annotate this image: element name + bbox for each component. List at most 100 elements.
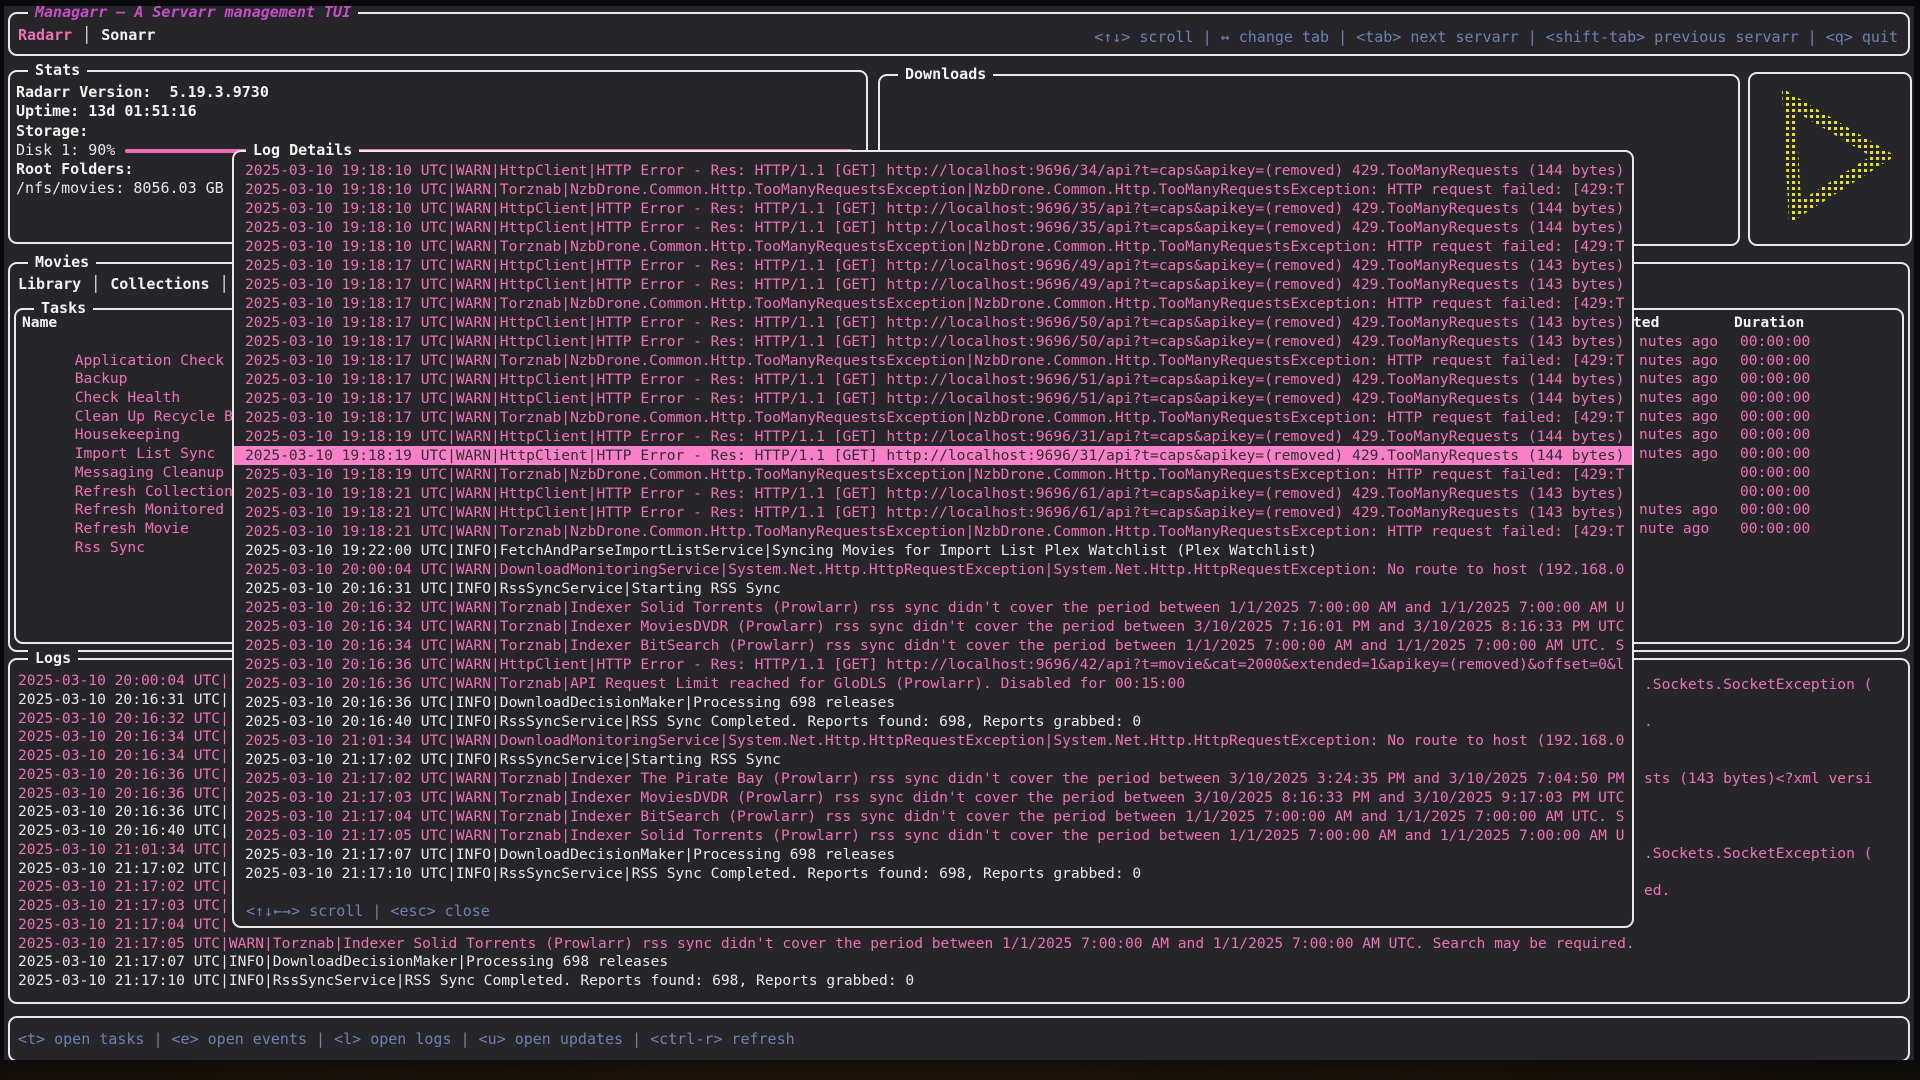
log-fragment: .Sockets.SocketException ( xyxy=(1644,845,1872,864)
log-detail-line[interactable]: 2025-03-10 19:18:17 UTC|WARN|Torznab|Nzb… xyxy=(234,408,1632,427)
log-detail-line[interactable]: 2025-03-10 21:17:04 UTC|WARN|Torznab|Ind… xyxy=(234,807,1632,826)
movies-title: Movies xyxy=(28,252,96,273)
log-fragment: .Sockets.SocketException ( xyxy=(1644,676,1872,695)
log-detail-line[interactable]: 2025-03-10 19:18:10 UTC|WARN|Torznab|Nzb… xyxy=(234,180,1632,199)
desktop-wallpaper-strip xyxy=(0,1060,1920,1080)
radarr-version: Radarr Version: 5.19.3.9730 xyxy=(16,83,860,102)
log-detail-line[interactable]: 2025-03-10 19:18:17 UTC|WARN|HttpClient|… xyxy=(234,332,1632,351)
log-entry[interactable]: 2025-03-10 21:17:10 UTC|INFO|RssSyncServ… xyxy=(18,972,1902,991)
window-margin-top xyxy=(0,0,1920,6)
window-margin-right xyxy=(1914,0,1920,1062)
task-duration: 00:00:00 xyxy=(1740,333,1810,352)
task-duration: 00:00:00 xyxy=(1740,501,1810,520)
log-detail-line[interactable]: 2025-03-10 19:18:10 UTC|WARN|HttpClient|… xyxy=(234,199,1632,218)
task-duration: 00:00:00 xyxy=(1740,464,1810,483)
task-last-executed: nutes ago xyxy=(1639,333,1718,352)
log-detail-line[interactable]: 2025-03-10 21:17:05 UTC|WARN|Torznab|Ind… xyxy=(234,826,1632,845)
disk-usage-label: Disk 1: 90% xyxy=(16,141,115,160)
task-last-executed: nutes ago xyxy=(1639,352,1718,371)
log-detail-line[interactable]: 2025-03-10 21:01:34 UTC|WARN|DownloadMon… xyxy=(234,731,1632,750)
log-fragment: . xyxy=(1644,713,1653,732)
task-last-executed: nutes ago xyxy=(1639,408,1718,427)
log-detail-line[interactable]: 2025-03-10 21:17:02 UTC|WARN|Torznab|Ind… xyxy=(234,769,1632,788)
log-detail-line[interactable]: 2025-03-10 19:18:17 UTC|WARN|HttpClient|… xyxy=(234,370,1632,389)
log-detail-line[interactable]: 2025-03-10 20:16:40 UTC|INFO|RssSyncServ… xyxy=(234,712,1632,731)
log-detail-line[interactable]: 2025-03-10 21:17:07 UTC|INFO|DownloadDec… xyxy=(234,845,1632,864)
task-duration: 00:00:00 xyxy=(1740,408,1810,427)
log-detail-line[interactable]: 2025-03-10 21:17:02 UTC|INFO|RssSyncServ… xyxy=(234,750,1632,769)
log-details-list[interactable]: 2025-03-10 19:18:10 UTC|WARN|HttpClient|… xyxy=(234,161,1632,883)
column-header-duration: Duration xyxy=(1734,314,1804,331)
task-last-executed: nute ago xyxy=(1639,520,1709,539)
log-detail-line[interactable]: 2025-03-10 19:18:19 UTC|WARN|HttpClient|… xyxy=(234,427,1632,446)
log-fragment: ed. xyxy=(1644,882,1670,901)
tab-collections[interactable]: Collections xyxy=(110,275,209,293)
bottombar-panel: <t> open tasks | <e> open events | <l> o… xyxy=(8,1016,1910,1062)
log-detail-line[interactable]: 2025-03-10 19:18:17 UTC|WARN|Torznab|Nzb… xyxy=(234,294,1632,313)
task-duration: 00:00:00 xyxy=(1740,445,1810,464)
task-last-executed: nutes ago xyxy=(1639,426,1718,445)
log-detail-line[interactable]: 2025-03-10 21:17:10 UTC|INFO|RssSyncServ… xyxy=(234,864,1632,883)
tab-separator: │ xyxy=(82,26,91,44)
task-last-executed: nutes ago xyxy=(1639,370,1718,389)
topbar-panel: Managarr – A Servarr management TUI Rada… xyxy=(8,12,1910,56)
log-detail-line[interactable]: 2025-03-10 19:18:19 UTC|WARN|Torznab|Nzb… xyxy=(234,465,1632,484)
task-duration: 00:00:00 xyxy=(1740,426,1810,445)
tab-separator: │ xyxy=(220,275,229,293)
movies-tabs: Library │ Collections │ xyxy=(18,275,229,293)
task-duration: 00:00:00 xyxy=(1740,352,1810,371)
topbar-keybind-hints: <↑↓> scroll | ↔ change tab | <tab> next … xyxy=(1094,28,1898,46)
logo-panel xyxy=(1748,72,1912,246)
tab-radarr[interactable]: Radarr xyxy=(18,26,72,44)
logs-title: Logs xyxy=(28,648,78,669)
stats-title: Stats xyxy=(28,60,87,81)
task-last-executed: nutes ago xyxy=(1639,445,1718,464)
log-entry[interactable]: 2025-03-10 21:17:07 UTC|INFO|DownloadDec… xyxy=(18,953,1902,972)
log-detail-line[interactable]: 2025-03-10 19:18:10 UTC|WARN|HttpClient|… xyxy=(234,218,1632,237)
log-detail-line[interactable]: 2025-03-10 19:18:10 UTC|WARN|HttpClient|… xyxy=(234,161,1632,180)
task-duration: 00:00:00 xyxy=(1740,483,1810,502)
modal-title: Log Details xyxy=(246,140,359,161)
log-detail-line[interactable]: 2025-03-10 20:16:36 UTC|WARN|HttpClient|… xyxy=(234,655,1632,674)
log-detail-line[interactable]: 2025-03-10 19:18:17 UTC|WARN|HttpClient|… xyxy=(234,256,1632,275)
log-entry[interactable]: 2025-03-10 21:17:05 UTC|WARN|Torznab|Ind… xyxy=(18,935,1902,954)
modal-keybind-hints: <↑↓←→> scroll | <esc> close xyxy=(246,902,490,920)
task-duration: 00:00:00 xyxy=(1740,389,1810,408)
log-detail-line[interactable]: 2025-03-10 20:16:34 UTC|WARN|Torznab|Ind… xyxy=(234,617,1632,636)
log-detail-line[interactable]: 2025-03-10 20:16:32 UTC|WARN|Torznab|Ind… xyxy=(234,598,1632,617)
log-detail-line[interactable]: 2025-03-10 21:17:03 UTC|WARN|Torznab|Ind… xyxy=(234,788,1632,807)
uptime: Uptime: 13d 01:51:16 xyxy=(16,102,860,121)
task-name: Rss Sync xyxy=(75,539,145,556)
downloads-title: Downloads xyxy=(898,64,993,85)
log-detail-line[interactable]: 2025-03-10 20:16:31 UTC|INFO|RssSyncServ… xyxy=(234,579,1632,598)
task-last-executed: nutes ago xyxy=(1639,501,1718,520)
log-detail-line[interactable]: 2025-03-10 19:22:00 UTC|INFO|FetchAndPar… xyxy=(234,541,1632,560)
task-duration: 00:00:00 xyxy=(1740,370,1810,389)
window-margin-left xyxy=(0,0,4,1062)
bottombar-keybind-hints: <t> open tasks | <e> open events | <l> o… xyxy=(18,1030,795,1048)
tab-library[interactable]: Library xyxy=(18,275,81,293)
log-detail-line[interactable]: 2025-03-10 19:18:17 UTC|WARN|Torznab|Nzb… xyxy=(234,351,1632,370)
log-detail-line[interactable]: 2025-03-10 19:18:10 UTC|WARN|Torznab|Nzb… xyxy=(234,237,1632,256)
tab-sonarr[interactable]: Sonarr xyxy=(101,26,155,44)
storage-label: Storage: xyxy=(16,122,860,141)
log-detail-line[interactable]: 2025-03-10 19:18:21 UTC|WARN|Torznab|Nzb… xyxy=(234,522,1632,541)
radarr-play-logo-icon xyxy=(1761,84,1899,234)
log-detail-line[interactable]: 2025-03-10 19:18:17 UTC|WARN|HttpClient|… xyxy=(234,313,1632,332)
servarr-tabs: Radarr │ Sonarr xyxy=(18,26,155,44)
log-fragment: sts (143 bytes)<?xml versi xyxy=(1644,770,1872,789)
log-detail-line[interactable]: 2025-03-10 20:00:04 UTC|WARN|DownloadMon… xyxy=(234,560,1632,579)
log-detail-line[interactable]: 2025-03-10 19:18:17 UTC|WARN|HttpClient|… xyxy=(234,275,1632,294)
column-header-executed: ted xyxy=(1633,314,1659,331)
task-last-executed: nutes ago xyxy=(1639,389,1718,408)
log-detail-line[interactable]: 2025-03-10 20:16:36 UTC|INFO|DownloadDec… xyxy=(234,693,1632,712)
log-detail-line[interactable]: 2025-03-10 19:18:17 UTC|WARN|HttpClient|… xyxy=(234,389,1632,408)
column-header-name: Name xyxy=(22,314,57,331)
log-detail-line[interactable]: 2025-03-10 20:16:34 UTC|WARN|Torznab|Ind… xyxy=(234,636,1632,655)
log-detail-line[interactable]: 2025-03-10 19:18:21 UTC|WARN|HttpClient|… xyxy=(234,484,1632,503)
log-detail-line-selected[interactable]: 2025-03-10 19:18:19 UTC|WARN|HttpClient|… xyxy=(234,446,1632,465)
log-detail-line[interactable]: 2025-03-10 19:18:21 UTC|WARN|HttpClient|… xyxy=(234,503,1632,522)
task-duration: 00:00:00 xyxy=(1740,520,1810,539)
log-detail-line[interactable]: 2025-03-10 20:16:36 UTC|WARN|Torznab|API… xyxy=(234,674,1632,693)
log-details-modal: Log Details 2025-03-10 19:18:10 UTC|WARN… xyxy=(232,150,1634,928)
